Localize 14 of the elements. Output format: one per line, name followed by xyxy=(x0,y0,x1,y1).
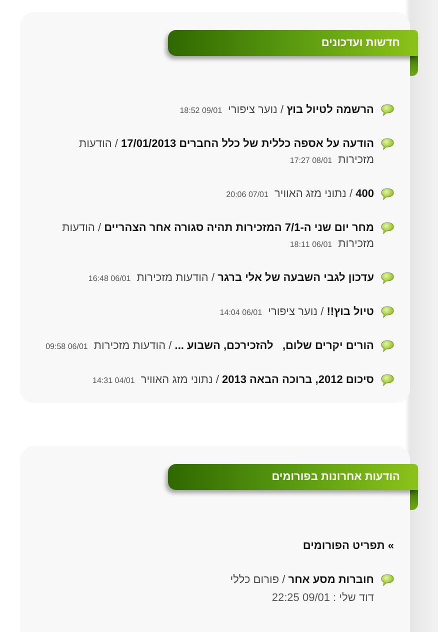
section-header: הודעות אחרונות בפורומים xyxy=(168,464,418,490)
news-title-link[interactable]: הרשמה לטיול בוץ xyxy=(286,104,374,116)
news-title-link[interactable]: 400 xyxy=(356,188,374,200)
news-title-link[interactable]: הורים יקרים שלום, להזכירכם, השבוע ... xyxy=(174,340,374,352)
post-byline: דוד שלי : 09/01 22:25 xyxy=(270,591,374,606)
news-title-link[interactable]: מחר יום שני ה-7/1 המזכירות תהיה סגורה אחר הצהריים xyxy=(104,222,374,234)
forum-name: / פורום כללי xyxy=(230,574,286,586)
forum-menu-link[interactable]: » תפריט הפורומים xyxy=(302,540,394,552)
news-title-link[interactable]: הודעה על אספה כללית של כלל החברים 17/01/2013 xyxy=(121,138,374,150)
forum-post-link[interactable]: חוברות מסע אחר xyxy=(288,574,374,586)
section-header: חדשות ועדכונים xyxy=(168,30,418,56)
news-title-link[interactable]: טיול בוץ!! xyxy=(326,306,374,318)
news-title-link[interactable]: עדכון לגבי השבעה של אלי ברגר xyxy=(218,272,374,284)
news-title-link[interactable]: סיכום 2012, ברוכה הבאה 2013 xyxy=(222,374,374,386)
